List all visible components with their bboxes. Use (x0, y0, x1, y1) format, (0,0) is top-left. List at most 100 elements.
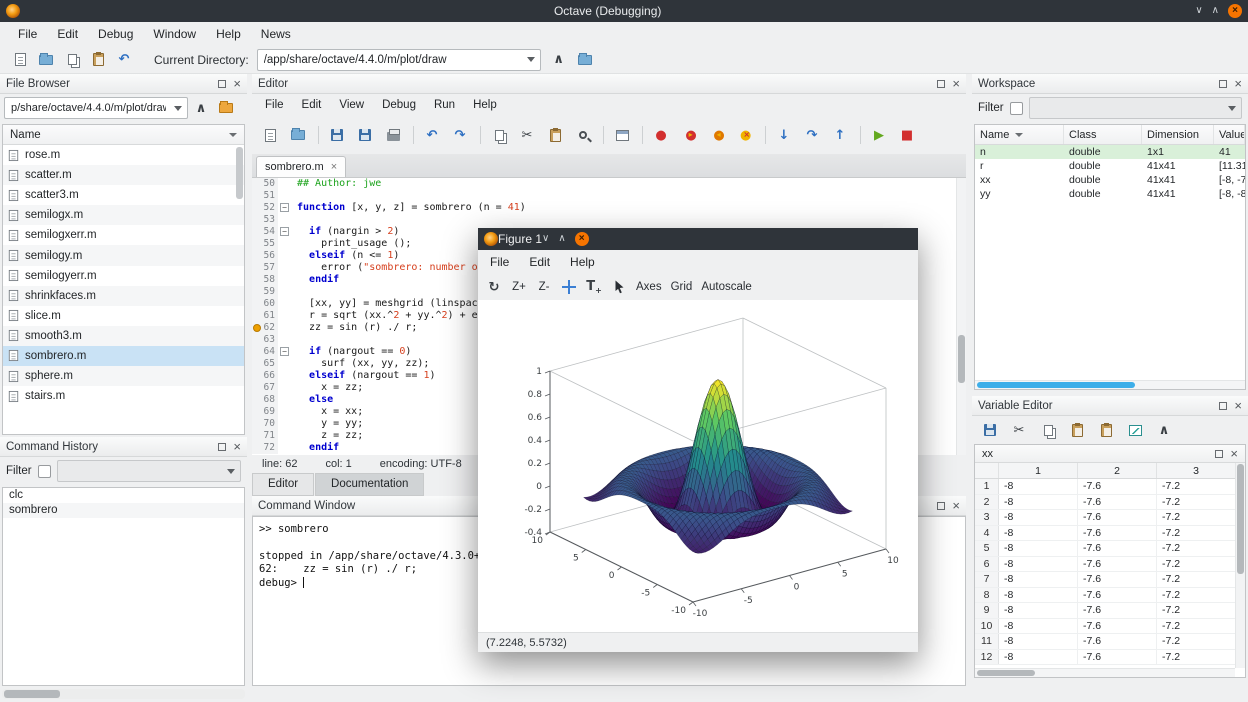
filter-checkbox[interactable] (1010, 102, 1023, 115)
variable-row-8[interactable]: 8-8-7.6-7.2 (975, 588, 1235, 604)
variable-row-4[interactable]: 4-8-7.6-7.2 (975, 526, 1235, 542)
figure-menu-edit[interactable]: Edit (519, 250, 560, 274)
variable-hscrollbar[interactable] (975, 668, 1235, 677)
menu-edit[interactable]: Edit (47, 22, 88, 46)
cell[interactable]: -7.6 (1078, 510, 1157, 525)
open-icon[interactable] (286, 124, 310, 146)
close-panel-icon[interactable] (1234, 77, 1242, 90)
editor-menu-view[interactable]: View (330, 94, 373, 116)
cell[interactable]: -8 (999, 479, 1078, 494)
filter-combo[interactable] (57, 460, 241, 482)
editor-menu-file[interactable]: File (256, 94, 293, 116)
step-in-icon[interactable]: ↓ (772, 124, 796, 146)
fold-icon[interactable]: − (280, 347, 289, 356)
editor-menu-debug[interactable]: Debug (373, 94, 425, 116)
current-directory-combo[interactable]: /app/share/octave/4.4.0/m/plot/draw (257, 49, 541, 71)
cell[interactable]: -7.6 (1078, 557, 1157, 572)
autoscale-button[interactable]: Autoscale (701, 277, 752, 297)
variable-table[interactable]: 1 2 3 1-8-7.6-7.22-8-7.6-7.23-8-7.6-7.24… (975, 463, 1235, 668)
breakpoint-icon[interactable] (253, 324, 261, 332)
tab-documentation[interactable]: Documentation (315, 473, 424, 496)
code-line-50[interactable]: 50## Author: jwe (252, 178, 966, 190)
workspace-scrollbar[interactable] (977, 382, 1135, 388)
rotate-icon[interactable]: ↻ (486, 277, 502, 297)
fold-icon[interactable]: − (280, 227, 289, 236)
figure-menu-help[interactable]: Help (560, 250, 605, 274)
open-icon[interactable] (34, 49, 58, 71)
cell[interactable]: -7.2 (1157, 650, 1235, 665)
variable-row-2[interactable]: 2-8-7.6-7.2 (975, 495, 1235, 511)
save-as-icon[interactable] (353, 124, 377, 146)
editor-menu-edit[interactable]: Edit (293, 94, 331, 116)
column-class[interactable]: Class (1064, 125, 1142, 144)
file-item-stairs-m[interactable]: stairs.m (3, 386, 244, 406)
find-icon[interactable] (571, 124, 595, 146)
close-icon[interactable] (575, 232, 589, 246)
undock-icon[interactable] (218, 80, 226, 88)
undock-icon[interactable] (1219, 402, 1227, 410)
file-item-shrinkfaces-m[interactable]: shrinkfaces.m (3, 286, 244, 306)
menu-news[interactable]: News (251, 22, 301, 46)
code-line-51[interactable]: 51 (252, 190, 966, 202)
cell[interactable]: -7.2 (1157, 572, 1235, 587)
tab-editor[interactable]: Editor (252, 473, 314, 496)
menu-file[interactable]: File (8, 22, 47, 46)
file-item-scatter3-m[interactable]: scatter3.m (3, 185, 244, 205)
cell[interactable]: -7.6 (1078, 603, 1157, 618)
undo-icon[interactable]: ↶ (420, 124, 444, 146)
code-line-53[interactable]: 53 (252, 214, 966, 226)
cell[interactable]: -8 (999, 650, 1078, 665)
cell[interactable]: -8 (999, 510, 1078, 525)
variable-row-7[interactable]: 7-8-7.6-7.2 (975, 572, 1235, 588)
browser-path-combo[interactable]: p/share/octave/4.4.0/m/plot/draw (4, 97, 188, 119)
undo-icon[interactable]: ↶ (112, 49, 136, 71)
cell[interactable]: -7.6 (1078, 619, 1157, 634)
bp-next-icon[interactable]: ●▸ (677, 124, 701, 146)
cell[interactable]: -8 (999, 557, 1078, 572)
variable-vscrollbar[interactable] (1235, 463, 1245, 668)
variable-row-3[interactable]: 3-8-7.6-7.2 (975, 510, 1235, 526)
cell[interactable]: -7.2 (1157, 495, 1235, 510)
column-1[interactable]: 1 (999, 463, 1078, 478)
undock-icon[interactable] (1219, 80, 1227, 88)
cell[interactable]: -7.2 (1157, 526, 1235, 541)
cell[interactable]: -7.2 (1157, 557, 1235, 572)
cell[interactable]: -7.2 (1157, 541, 1235, 556)
cell[interactable]: -8 (999, 619, 1078, 634)
close-variable-icon[interactable] (1230, 447, 1238, 460)
paste-icon[interactable] (543, 124, 567, 146)
zoom-out-button[interactable]: Z- (536, 277, 552, 297)
workspace-row-xx[interactable]: xxdouble41x41[-8, -7.6 (975, 173, 1245, 187)
cell[interactable]: -7.2 (1157, 634, 1235, 649)
copy-icon[interactable] (60, 49, 84, 71)
browser-up-icon[interactable]: ∧ (191, 97, 211, 119)
step-over-icon[interactable]: ↷ (800, 124, 824, 146)
workspace-row-r[interactable]: rdouble41x41[11.314 (975, 159, 1245, 173)
cell[interactable]: -8 (999, 541, 1078, 556)
paste-icon[interactable] (86, 49, 110, 71)
tab-sombrero[interactable]: sombrero.m (256, 156, 346, 177)
figure-window[interactable]: Figure 1 FileEditHelp ↻Z+Z-T+AxesGridAut… (478, 228, 918, 652)
variable-row-9[interactable]: 9-8-7.6-7.2 (975, 603, 1235, 619)
file-item-semilogyerr-m[interactable]: semilogyerr.m (3, 266, 244, 286)
workspace-row-yy[interactable]: yydouble41x41[-8, -8, - (975, 187, 1245, 201)
file-item-scatter-m[interactable]: scatter.m (3, 165, 244, 185)
plot-icon[interactable] (1123, 419, 1147, 441)
file-item-sphere-m[interactable]: sphere.m (3, 366, 244, 386)
grid-button[interactable]: Grid (671, 277, 693, 297)
file-item-slice-m[interactable]: slice.m (3, 306, 244, 326)
column-dimension[interactable]: Dimension (1142, 125, 1214, 144)
file-item-smooth3-m[interactable]: smooth3.m (3, 326, 244, 346)
column-2[interactable]: 2 (1078, 463, 1157, 478)
menu-window[interactable]: Window (143, 22, 206, 46)
bp-prev-icon[interactable]: ●◂ (705, 124, 729, 146)
fold-icon[interactable]: − (280, 203, 289, 212)
workspace-table-header[interactable]: Name Class Dimension Value (975, 125, 1245, 145)
directory-up-icon[interactable]: ∧ (547, 49, 571, 71)
undock-icon[interactable] (937, 80, 945, 88)
cell[interactable]: -7.6 (1078, 526, 1157, 541)
menu-help[interactable]: Help (206, 22, 251, 46)
figure-canvas[interactable] (478, 300, 918, 632)
history-item[interactable]: clc (3, 488, 244, 503)
variable-row-6[interactable]: 6-8-7.6-7.2 (975, 557, 1235, 573)
